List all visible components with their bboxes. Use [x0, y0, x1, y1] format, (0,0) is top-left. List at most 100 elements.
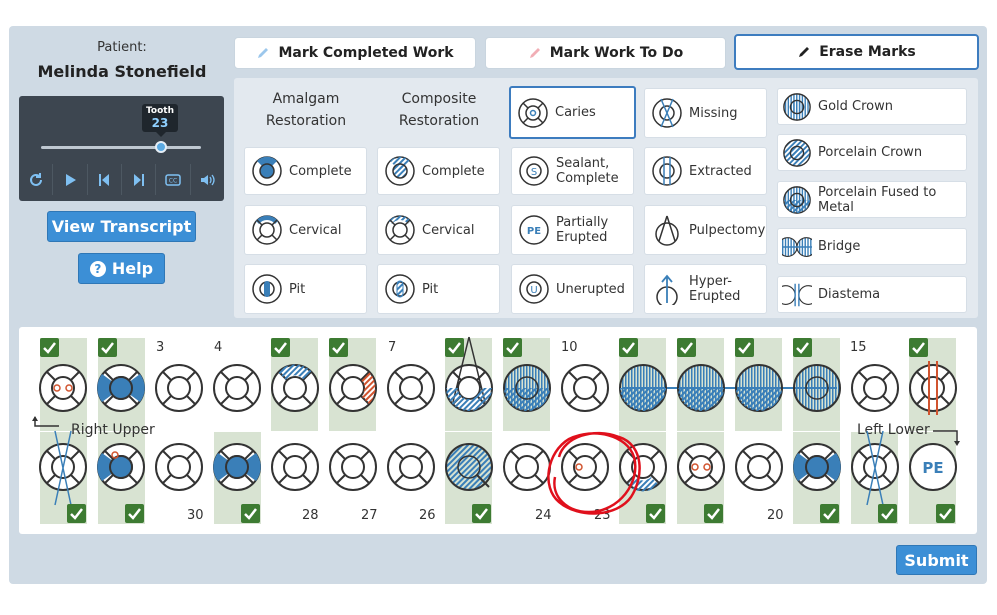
check-icon: [823, 508, 836, 520]
completed-check: [503, 338, 522, 357]
tab-label: Mark Completed Work: [278, 45, 454, 61]
tooth-13[interactable]: [735, 364, 783, 412]
tooth-5[interactable]: [271, 364, 319, 412]
view-transcript-button[interactable]: View Transcript: [47, 211, 196, 242]
tooth-9[interactable]: [503, 364, 551, 412]
check-icon: [622, 342, 635, 354]
tooth-10[interactable]: [561, 364, 609, 412]
option-amalgam-pit[interactable]: Pit: [244, 264, 367, 314]
replay-button[interactable]: [19, 164, 54, 195]
option-composite-cervical[interactable]: Cervical: [377, 205, 500, 255]
skip-back-icon: [99, 173, 110, 186]
option-porcelain-crown[interactable]: Porcelain Crown: [777, 134, 967, 171]
tooth-11[interactable]: [619, 364, 667, 412]
check-icon: [244, 508, 257, 520]
help-icon: ?: [89, 260, 106, 277]
tab-erase-marks[interactable]: Erase Marks: [734, 34, 979, 70]
tooth-composite-cervical-icon: [385, 215, 415, 245]
tooth-28[interactable]: [271, 443, 319, 491]
skip-forward-button[interactable]: [122, 164, 157, 195]
option-label: Unerupted: [556, 281, 625, 297]
option-porcelain-fused-to-metal[interactable]: Porcelain Fused to Metal: [777, 181, 967, 218]
option-amalgam-cervical[interactable]: Cervical: [244, 205, 367, 255]
option-label: Complete: [422, 163, 485, 179]
audio-player: Tooth 23 CC: [19, 96, 224, 201]
tooth-15[interactable]: [851, 364, 899, 412]
tab-mark-work-to-do[interactable]: Mark Work To Do: [485, 37, 726, 69]
progress-track[interactable]: [41, 146, 201, 149]
progress-knob[interactable]: [155, 141, 167, 153]
tooth-3[interactable]: [155, 364, 203, 412]
option-amalgam-complete[interactable]: Complete: [244, 147, 367, 195]
completed-check: [445, 338, 464, 357]
replay-icon: [29, 172, 42, 186]
option-label: Porcelain Crown: [818, 145, 923, 160]
tooth-4[interactable]: [213, 364, 261, 412]
check-icon: [707, 508, 720, 520]
tooth-19[interactable]: [793, 443, 841, 491]
tooth-21[interactable]: [677, 443, 725, 491]
tooth-32[interactable]: [39, 430, 87, 506]
volume-button[interactable]: [191, 164, 224, 195]
tooth-1[interactable]: [39, 364, 87, 412]
tooth-20[interactable]: [735, 443, 783, 491]
tooth-7[interactable]: [387, 364, 435, 412]
check-icon: [128, 508, 141, 520]
check-icon: [70, 508, 83, 520]
option-sealant-complete[interactable]: S Sealant, Complete: [511, 147, 634, 195]
option-partially-erupted[interactable]: PE Partially Erupted: [511, 205, 634, 255]
tooth-extracted-icon: [652, 156, 682, 186]
option-label: Pit: [422, 281, 439, 297]
submit-button[interactable]: Submit: [896, 545, 977, 575]
option-diastema[interactable]: Diastema: [777, 276, 967, 313]
option-label: Porcelain Fused to Metal: [818, 184, 937, 215]
completed-check: [125, 504, 144, 523]
option-gold-crown[interactable]: Gold Crown: [777, 88, 967, 125]
option-composite-pit[interactable]: Pit: [377, 264, 500, 314]
tooth-24[interactable]: [503, 443, 551, 491]
option-label: Gold Crown: [818, 99, 893, 114]
check-icon: [475, 508, 488, 520]
tooth-31[interactable]: [97, 443, 145, 491]
tooth-bridge-icon: [782, 236, 812, 257]
completed-check: [878, 504, 897, 523]
tooth-composite-complete-icon: [385, 156, 415, 186]
tooth-2[interactable]: [97, 364, 145, 412]
option-unerupted[interactable]: U Unerupted: [511, 264, 634, 314]
option-composite-complete[interactable]: Complete: [377, 147, 500, 195]
tooth-16[interactable]: [909, 361, 957, 415]
completed-check: [793, 338, 812, 357]
captions-button[interactable]: CC: [156, 164, 191, 195]
play-button[interactable]: [53, 164, 88, 195]
tooth-30[interactable]: [155, 443, 203, 491]
check-icon: [274, 342, 287, 354]
tooth-26[interactable]: [387, 443, 435, 491]
option-missing[interactable]: Missing: [644, 88, 767, 138]
option-bridge[interactable]: Bridge: [777, 228, 967, 265]
tab-mark-completed-work[interactable]: Mark Completed Work: [234, 37, 476, 69]
help-button[interactable]: ? Help: [78, 253, 165, 284]
svg-text:PE: PE: [922, 459, 943, 477]
completed-check: [619, 338, 638, 357]
tooth-sealant-icon: S: [519, 156, 549, 186]
check-icon: [332, 342, 345, 354]
tooth-pulpectomy-icon: [655, 215, 679, 246]
tooth-6[interactable]: [329, 364, 377, 412]
tooth-17[interactable]: PE: [909, 443, 957, 491]
tooth-14[interactable]: [793, 364, 841, 412]
option-caries[interactable]: Caries: [509, 86, 636, 139]
completed-check: [936, 504, 955, 523]
tooth-25[interactable]: [445, 443, 493, 491]
tooth-12[interactable]: [677, 364, 725, 412]
option-hyper-erupted[interactable]: Hyper-Erupted: [644, 264, 767, 314]
tooth-23[interactable]: [561, 443, 609, 491]
option-label: Cervical: [422, 222, 475, 238]
option-extracted[interactable]: Extracted: [644, 147, 767, 195]
tooth-22[interactable]: [619, 443, 667, 492]
tooth-29[interactable]: [213, 443, 261, 491]
check-icon: [881, 508, 894, 520]
tooth-18[interactable]: [851, 430, 899, 506]
option-pulpectomy[interactable]: Pulpectomy: [644, 205, 767, 255]
skip-back-button[interactable]: [88, 164, 122, 195]
tooth-27[interactable]: [329, 443, 377, 491]
